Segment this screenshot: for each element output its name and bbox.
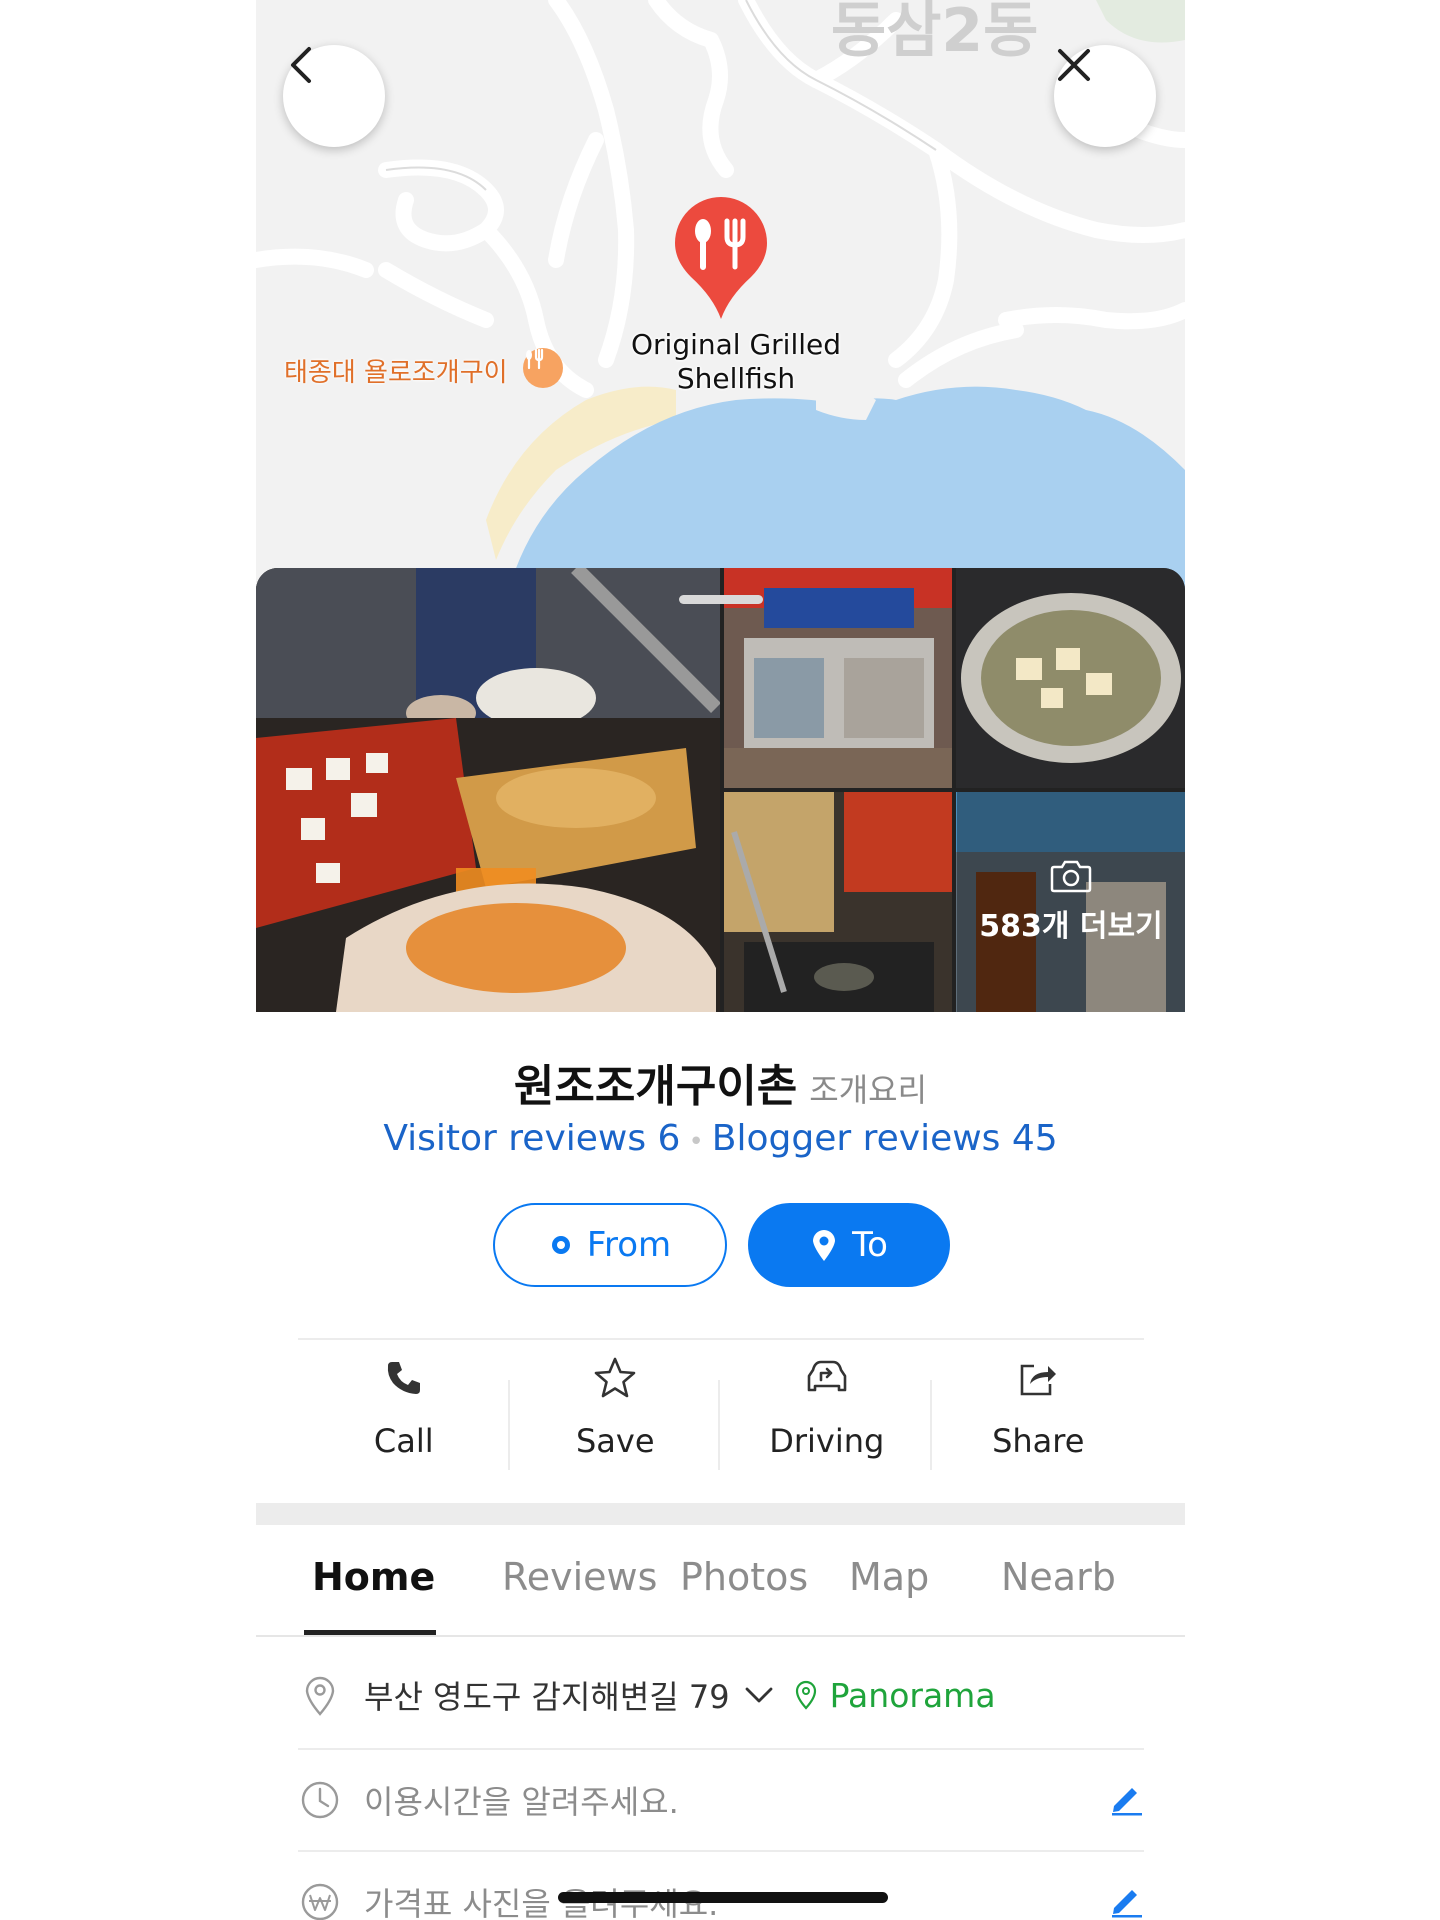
edit-price-pencil-icon[interactable] <box>1108 1882 1144 1920</box>
panorama-link[interactable]: Panorama <box>830 1676 996 1715</box>
close-button[interactable] <box>1054 45 1156 147</box>
active-tab-indicator <box>304 1630 436 1635</box>
place-category: 조개요리 <box>809 1071 928 1109</box>
quick-actions: Call Save Driving Share <box>298 1350 1144 1480</box>
car-route-icon <box>805 1350 849 1406</box>
action-divider <box>508 1380 510 1470</box>
route-to-button[interactable]: To <box>748 1203 950 1287</box>
tab-bar: Home Reviews Photos Map Nearb <box>256 1525 1185 1637</box>
tab-photos[interactable]: Photos <box>680 1555 808 1599</box>
tab-reviews[interactable]: Reviews <box>502 1555 657 1599</box>
panorama-pin-icon <box>794 1680 818 1710</box>
more-photos-button[interactable]: 583개 더보기 <box>957 792 1185 1012</box>
tab-home[interactable]: Home <box>312 1555 435 1599</box>
won-price-icon <box>298 1880 342 1920</box>
address-row: 부산 영도구 감지해변길 79 Panorama <box>298 1645 1144 1745</box>
separator-dot: • <box>688 1127 704 1157</box>
share-label: Share <box>992 1422 1085 1460</box>
back-button[interactable] <box>283 45 385 147</box>
phone-icon <box>384 1350 424 1406</box>
clock-icon <box>298 1778 342 1822</box>
camera-icon <box>1050 860 1092 893</box>
place-title-row: 원조조개구이촌 조개요리 <box>256 1050 1185 1114</box>
photo-grilling[interactable] <box>724 792 952 1012</box>
destination-pin-icon <box>810 1228 838 1262</box>
share-icon <box>1016 1350 1060 1406</box>
tab-map[interactable]: Map <box>849 1555 929 1599</box>
section-separator <box>256 1503 1185 1525</box>
home-indicator[interactable] <box>558 1892 888 1903</box>
photo-main[interactable] <box>256 568 720 1012</box>
star-icon <box>593 1350 637 1406</box>
area-label: 동삼2동 <box>831 0 1039 66</box>
driving-button[interactable]: Driving <box>721 1350 933 1480</box>
route-to-label: To <box>852 1225 888 1265</box>
more-photos-label: 583개 더보기 <box>979 909 1163 944</box>
edit-hours-pencil-icon[interactable] <box>1108 1780 1144 1820</box>
call-label: Call <box>373 1422 434 1460</box>
map-view[interactable]: 동삼2동 Original Grilled Shellfish 태종대 욜로조개구… <box>256 0 1185 600</box>
reviews-row: Visitor reviews 6 • Blogger reviews 45 <box>256 1118 1185 1159</box>
sheet-drag-handle[interactable] <box>679 595 763 604</box>
pin-label: Original Grilled Shellfish <box>630 328 841 395</box>
tab-nearby[interactable]: Nearb <box>1001 1555 1116 1599</box>
share-button[interactable]: Share <box>933 1350 1145 1480</box>
chevron-left-icon <box>291 47 311 83</box>
save-button[interactable]: Save <box>510 1350 722 1480</box>
save-label: Save <box>575 1422 655 1460</box>
place-detail-screen: 동삼2동 Original Grilled Shellfish 태종대 욜로조개구… <box>256 0 1185 1920</box>
divider <box>298 1338 1144 1340</box>
driving-label: Driving <box>769 1422 885 1460</box>
blogger-reviews-link[interactable]: Blogger reviews 45 <box>712 1118 1058 1159</box>
visitor-reviews-link[interactable]: Visitor reviews 6 <box>383 1118 680 1159</box>
address-text[interactable]: 부산 영도구 감지해변길 79 <box>364 1672 730 1718</box>
price-row: 가격표 사진을 올려주세요. <box>298 1852 1144 1920</box>
restaurant-poi-icon[interactable] <box>523 348 563 388</box>
photo-dish-tofu[interactable] <box>956 568 1185 788</box>
location-pin-icon <box>298 1673 342 1717</box>
action-divider <box>718 1380 720 1470</box>
call-button[interactable]: Call <box>298 1350 510 1480</box>
origin-dot-icon <box>549 1233 573 1257</box>
hours-prompt: 이용시간을 알려주세요. <box>364 1783 679 1821</box>
route-from-button[interactable]: From <box>493 1203 727 1287</box>
route-from-label: From <box>586 1225 672 1265</box>
nearby-poi-label[interactable]: 태종대 욜로조개구이 <box>284 352 508 389</box>
place-name: 원조조개구이촌 <box>513 1061 798 1112</box>
action-divider <box>930 1380 932 1470</box>
hours-row: 이용시간을 알려주세요. <box>298 1750 1144 1850</box>
close-icon <box>1058 49 1090 81</box>
chevron-down-icon[interactable] <box>744 1685 774 1705</box>
